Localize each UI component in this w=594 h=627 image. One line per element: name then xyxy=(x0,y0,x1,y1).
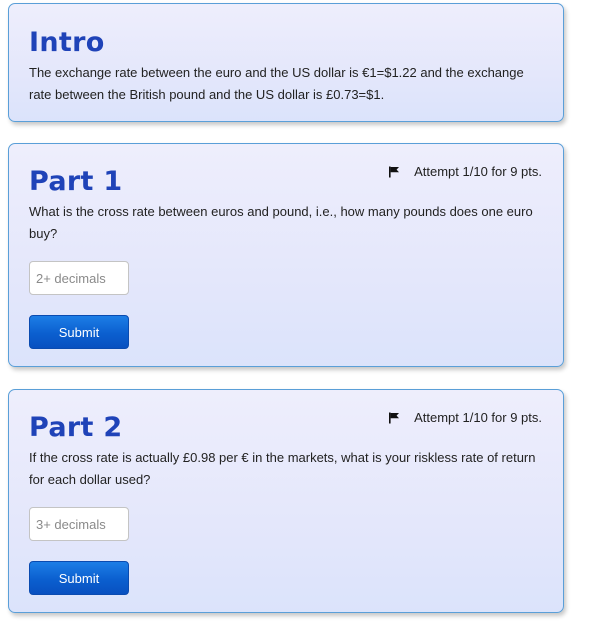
part-2-attempt: Attempt 1/10 for 9 pts. xyxy=(388,410,542,425)
part-1-card: Part 1 Attempt 1/10 for 9 pts. What is t… xyxy=(8,143,564,367)
part-1-title: Part 1 xyxy=(29,166,123,197)
flag-icon xyxy=(389,166,400,177)
part-1-attempt: Attempt 1/10 for 9 pts. xyxy=(388,164,542,179)
part-2-answer-input[interactable] xyxy=(29,507,129,541)
part-2-question: If the cross rate is actually £0.98 per … xyxy=(29,450,536,487)
part-2-submit-button[interactable]: Submit xyxy=(29,561,129,595)
flag-icon xyxy=(389,412,400,423)
intro-card: Intro The exchange rate between the euro… xyxy=(8,3,564,122)
intro-title: Intro xyxy=(29,27,105,58)
part-1-question: What is the cross rate between euros and… xyxy=(29,204,533,241)
intro-text: The exchange rate between the euro and t… xyxy=(29,65,524,102)
part-1-attempt-text: Attempt 1/10 for 9 pts. xyxy=(414,164,542,179)
part-2-card: Part 2 Attempt 1/10 for 9 pts. If the cr… xyxy=(8,389,564,613)
part-1-answer-input[interactable] xyxy=(29,261,129,295)
part-2-attempt-text: Attempt 1/10 for 9 pts. xyxy=(414,410,542,425)
part-2-title: Part 2 xyxy=(29,412,123,443)
part-1-submit-button[interactable]: Submit xyxy=(29,315,129,349)
